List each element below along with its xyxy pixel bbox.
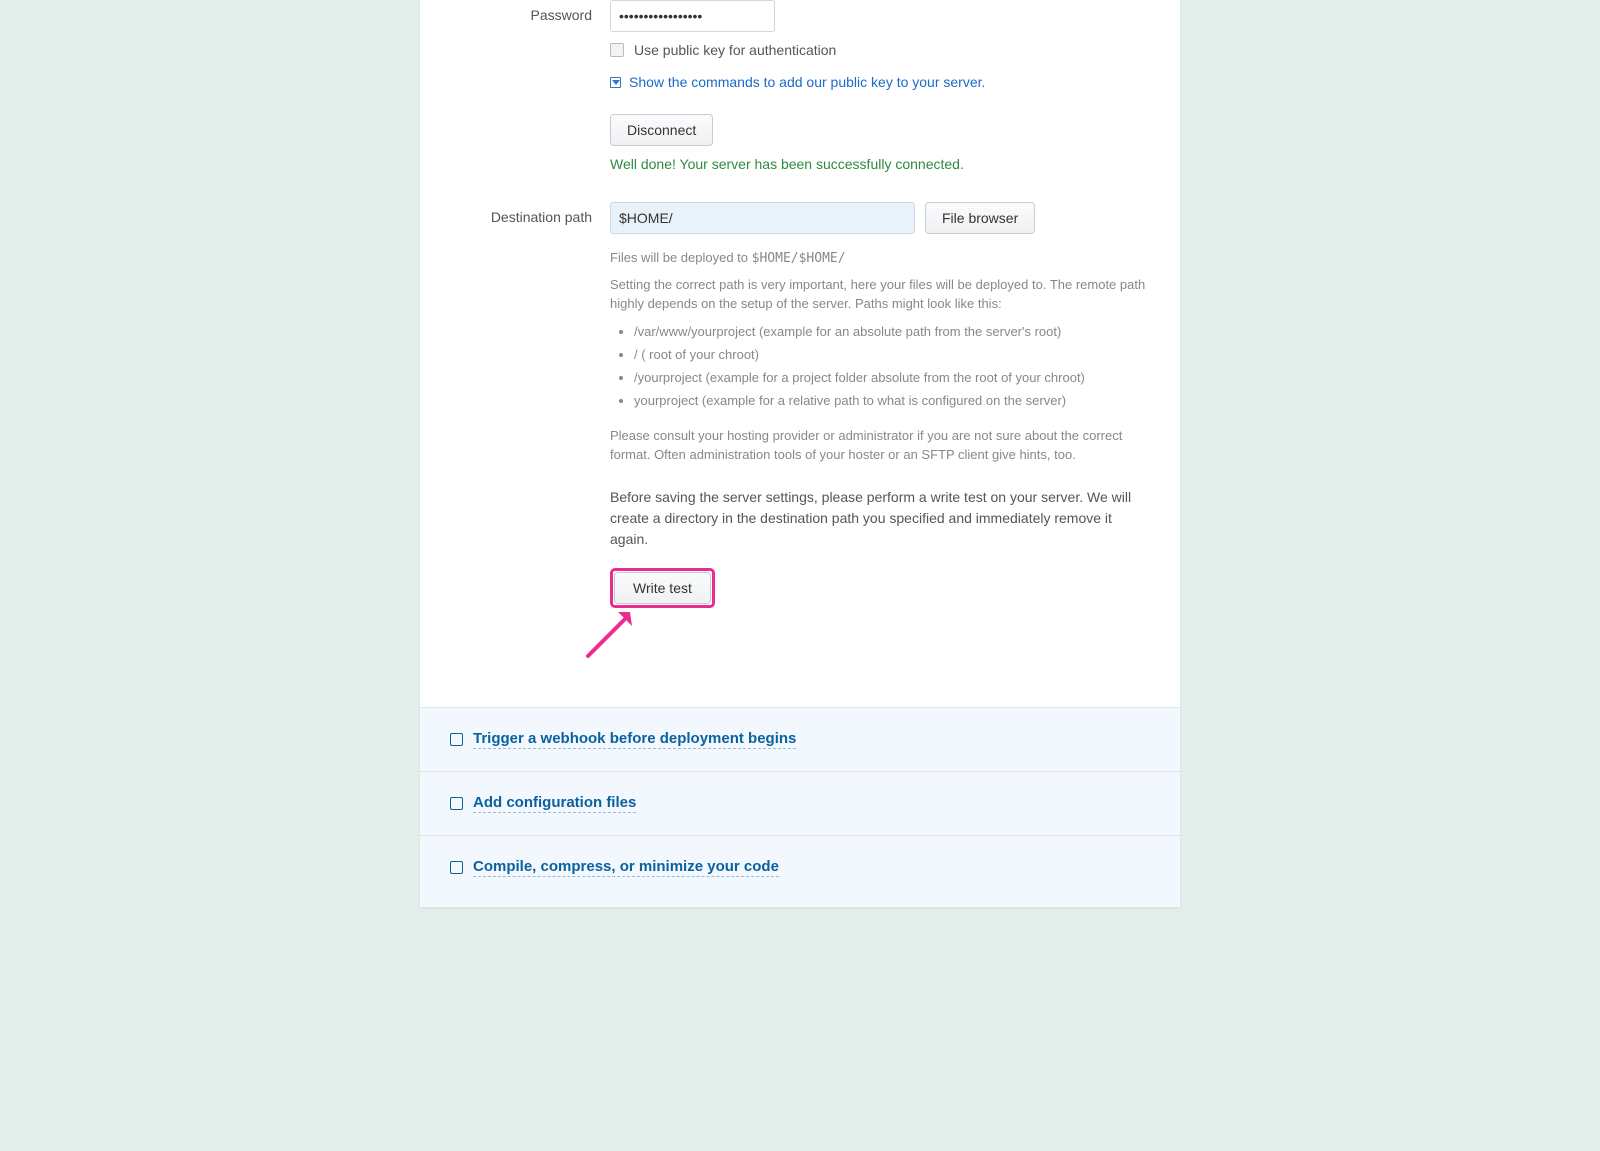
show-commands-link: Show the commands to add our public key … <box>629 74 985 90</box>
deploy-help-prefix: Files will be deployed to <box>610 250 752 265</box>
arrow-icon <box>580 604 640 664</box>
write-test-highlight: Write test <box>610 568 715 608</box>
success-message: Well done! Your server has been successf… <box>610 156 1150 172</box>
deploy-path-help: Files will be deployed to $HOME/$HOME/ <box>610 248 1150 269</box>
path-examples-list: /var/www/yourproject (example for an abs… <box>610 324 1150 408</box>
accordion-webhook[interactable]: Trigger a webhook before deployment begi… <box>420 707 1180 771</box>
path-help-2: Please consult your hosting provider or … <box>610 426 1150 465</box>
file-browser-button[interactable]: File browser <box>925 202 1035 234</box>
accordion-row: Trigger a webhook before deployment begi… <box>450 730 1150 749</box>
pubkey-label: Use public key for authentication <box>634 42 836 58</box>
write-test-button[interactable]: Write test <box>614 572 711 604</box>
path-example-item: yourproject (example for a relative path… <box>634 393 1150 408</box>
accordion-row: Compile, compress, or minimize your code <box>450 858 1150 877</box>
path-help-1: Setting the correct path is very importa… <box>610 275 1150 314</box>
accordion-compile[interactable]: Compile, compress, or minimize your code <box>420 835 1180 907</box>
settings-card: Password Use public key for authenticati… <box>420 0 1180 907</box>
accordion-config-link[interactable]: Add configuration files <box>473 794 636 813</box>
password-row: Password Use public key for authenticati… <box>450 0 1150 172</box>
destination-row: Destination path File browser Files will… <box>450 202 1150 667</box>
deploy-help-mono: $HOME/$HOME/ <box>752 251 846 266</box>
accordion-checkbox[interactable] <box>450 861 463 874</box>
accordion-checkbox[interactable] <box>450 733 463 746</box>
path-example-item: /var/www/yourproject (example for an abs… <box>634 324 1150 339</box>
accordion-config[interactable]: Add configuration files <box>420 771 1180 835</box>
chevron-down-icon <box>610 77 621 88</box>
pubkey-row: Use public key for authentication <box>610 42 1150 58</box>
destination-label: Destination path <box>450 202 610 225</box>
disconnect-button[interactable]: Disconnect <box>610 114 713 146</box>
accordion-compile-link[interactable]: Compile, compress, or minimize your code <box>473 858 779 877</box>
accordion-checkbox[interactable] <box>450 797 463 810</box>
annotation-arrow <box>610 608 1150 667</box>
card-body: Password Use public key for authenticati… <box>420 0 1180 707</box>
pubkey-checkbox[interactable] <box>610 43 624 57</box>
accordion-webhook-link[interactable]: Trigger a webhook before deployment begi… <box>473 730 796 749</box>
path-example-item: /yourproject (example for a project fold… <box>634 370 1150 385</box>
password-content: Use public key for authentication Show t… <box>610 0 1150 172</box>
write-test-instruction: Before saving the server settings, pleas… <box>610 487 1150 550</box>
destination-content: File browser Files will be deployed to $… <box>610 202 1150 667</box>
password-label: Password <box>450 0 610 23</box>
destination-input[interactable] <box>610 202 915 234</box>
password-input[interactable] <box>610 0 775 32</box>
accordion-row: Add configuration files <box>450 794 1150 813</box>
show-commands-row[interactable]: Show the commands to add our public key … <box>610 74 1150 90</box>
destination-input-row: File browser <box>610 202 1150 234</box>
path-example-item: / ( root of your chroot) <box>634 347 1150 362</box>
